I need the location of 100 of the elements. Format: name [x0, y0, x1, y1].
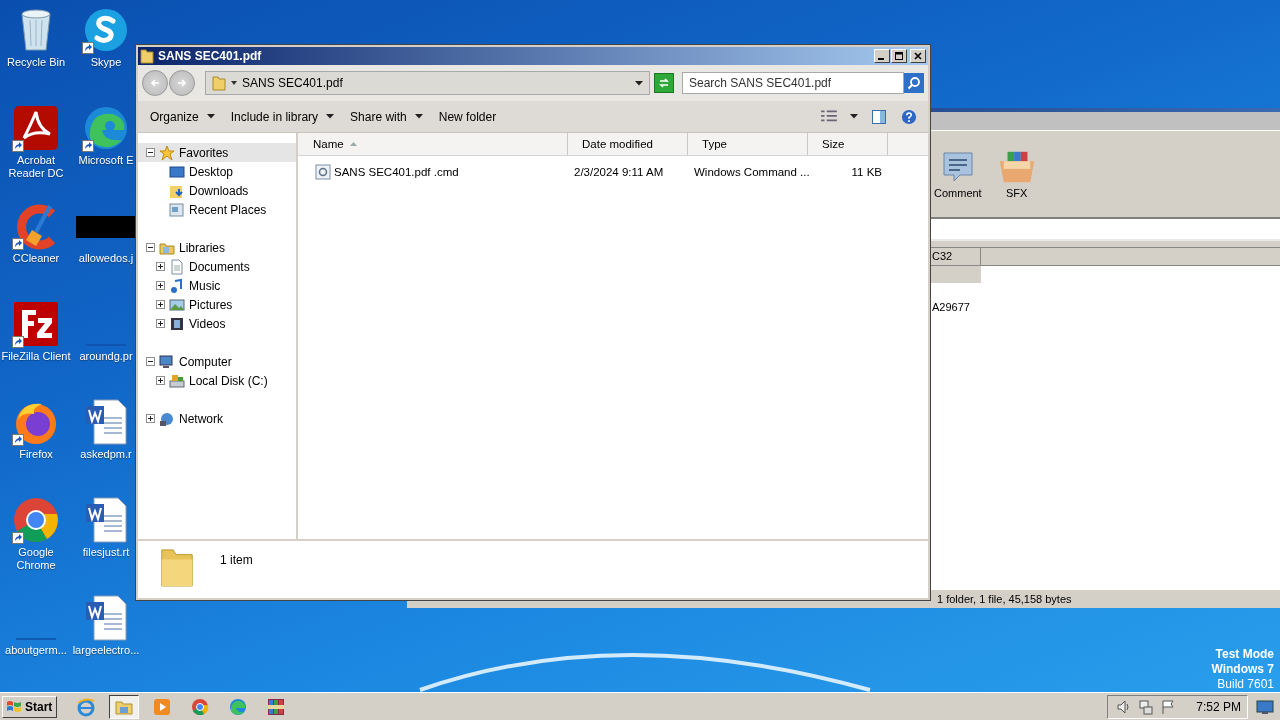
desktop-icon[interactable]: Acrobat Reader DC: [1, 104, 71, 180]
desktop-icon-label: allowedos.j: [78, 252, 134, 265]
table-cell: A29677: [932, 301, 970, 313]
desktop-icon[interactable]: FileZilla Client: [1, 300, 71, 363]
nav-tree-item[interactable]: Computer: [138, 352, 296, 371]
toolbar-button[interactable]: Comment: [932, 149, 984, 199]
music-icon: [169, 277, 185, 294]
desktop-icon-label: filesjust.rt: [82, 546, 130, 559]
nav-tree-item[interactable]: Local Disk (C:): [138, 371, 296, 390]
network-icon: [159, 410, 175, 427]
desktop-icon[interactable]: askedpm.r: [80, 398, 132, 461]
network-icon[interactable]: [1138, 698, 1155, 715]
desktop-icon[interactable]: Microsoft E: [78, 104, 134, 167]
expand-icon[interactable]: [156, 319, 165, 328]
desktop-icon[interactable]: allowedos.j: [78, 202, 134, 265]
show-desktop-icon[interactable]: [1256, 698, 1274, 715]
column-header[interactable]: Name: [298, 133, 568, 155]
star-icon: [159, 144, 175, 161]
command-button[interactable]: Include in library: [222, 105, 343, 128]
desktop-icon[interactable]: aroundg.pr: [79, 300, 133, 363]
search-field[interactable]: Search SANS SEC401.pdf: [682, 72, 904, 94]
help-icon: [900, 108, 918, 125]
desktop-icon[interactable]: Recycle Bin: [1, 6, 71, 69]
nav-tree-item[interactable]: Desktop: [138, 162, 296, 181]
preview-pane-icon: [870, 108, 888, 125]
os-info-text: Build 7601: [1217, 677, 1274, 692]
maximize-button[interactable]: [891, 49, 907, 63]
desktop-icon[interactable]: aboutgerm...: [1, 594, 71, 657]
table-cell-text: 2/3/2024 9:11 AM: [573, 166, 665, 178]
command-button[interactable]: Share with: [342, 105, 431, 128]
table-cell: SANS SEC401.pdf .cmd: [298, 164, 568, 180]
collapse-icon[interactable]: [146, 357, 155, 366]
nav-tree-item[interactable]: Libraries: [138, 238, 296, 257]
desktop-icon[interactable]: filesjust.rt: [82, 496, 130, 559]
expand-icon[interactable]: [156, 300, 165, 309]
clock[interactable]: 7:52 PM: [1196, 699, 1241, 714]
maximize-icon: [893, 51, 905, 61]
start-button[interactable]: Start: [2, 695, 58, 718]
refresh-button[interactable]: [654, 73, 674, 93]
desktop-icon: [169, 163, 185, 180]
command-button[interactable]: New folder: [430, 105, 505, 128]
expand-icon[interactable]: [156, 376, 165, 385]
desktop-icon-label: largeelectro...: [72, 644, 140, 657]
desktop-icon[interactable]: Firefox: [1, 398, 71, 461]
expand-icon[interactable]: [156, 262, 165, 271]
command-button[interactable]: Organize: [142, 105, 223, 128]
desktop-icon[interactable]: largeelectro...: [72, 594, 140, 657]
nav-tree-item[interactable]: Pictures: [138, 295, 296, 314]
search-button[interactable]: [904, 73, 924, 93]
desktop-icon[interactable]: CCleaner: [1, 202, 71, 265]
collapse-icon[interactable]: [146, 243, 155, 252]
column-header[interactable]: Size: [808, 133, 888, 155]
address-field[interactable]: [931, 217, 1280, 241]
nav-tree-item[interactable]: Network: [138, 409, 296, 428]
nav-tree-item[interactable]: Music: [138, 276, 296, 295]
shortcut-arrow-icon: [12, 140, 24, 152]
forward-arrow-icon: [176, 77, 188, 89]
shortcut-arrow-icon: [82, 42, 94, 54]
search-icon: [907, 76, 921, 90]
address-field[interactable]: SANS SEC401.pdf: [205, 71, 650, 95]
media-player-icon: [152, 696, 173, 717]
flag-icon[interactable]: [1160, 698, 1177, 715]
skype-icon: [82, 6, 130, 54]
internet-explorer-icon: [76, 696, 97, 717]
column-header[interactable]: Date modified: [568, 133, 688, 155]
caret-icon: [326, 114, 335, 119]
collapse-icon[interactable]: [146, 148, 155, 157]
nav-tree-item[interactable]: Videos: [138, 314, 296, 333]
desktop-icon-label: CCleaner: [11, 252, 61, 265]
expand-icon[interactable]: [146, 414, 155, 423]
chrome-icon: [12, 496, 60, 544]
taskbar-app-button[interactable]: [109, 694, 140, 719]
desktop-icon-label: Microsoft E: [78, 154, 134, 167]
expand-icon[interactable]: [156, 281, 165, 290]
nav-tree-item[interactable]: Favorites: [138, 143, 296, 162]
documents-icon: [169, 258, 185, 275]
chrome-icon: [190, 696, 211, 717]
shortcut-arrow-icon: [12, 434, 24, 446]
refresh-icon: [657, 76, 671, 90]
toolbar-button[interactable]: SFX: [995, 149, 1038, 199]
minimize-button[interactable]: [874, 49, 890, 63]
item-count: 1 item: [220, 553, 253, 567]
shortcut-arrow-icon: [12, 238, 24, 250]
desktop-icon-label: aboutgerm...: [4, 644, 68, 657]
edge-icon: [82, 104, 130, 152]
os-info-text: Test Mode: [1215, 647, 1274, 662]
nav-tree-item[interactable]: Documents: [138, 257, 296, 276]
column-header[interactable]: Type: [688, 133, 808, 155]
folder-icon: [212, 75, 226, 91]
acrobat-icon: [12, 104, 60, 152]
filezilla-icon: [12, 300, 60, 348]
table-cell-text: 11 KB: [850, 166, 882, 178]
os-info-text: Windows 7: [1211, 662, 1274, 677]
desktop-icon[interactable]: Google Chrome: [1, 496, 71, 572]
computer-icon: [159, 353, 175, 370]
nav-tree-item[interactable]: Downloads: [138, 181, 296, 200]
close-button[interactable]: [910, 49, 926, 63]
nav-tree-item[interactable]: Recent Places: [138, 200, 296, 219]
file-row[interactable]: SANS SEC401.pdf .cmd 2/3/2024 9:11 AM Windows Command ... 11 KB: [298, 162, 928, 182]
desktop-icon[interactable]: Skype: [82, 6, 130, 69]
